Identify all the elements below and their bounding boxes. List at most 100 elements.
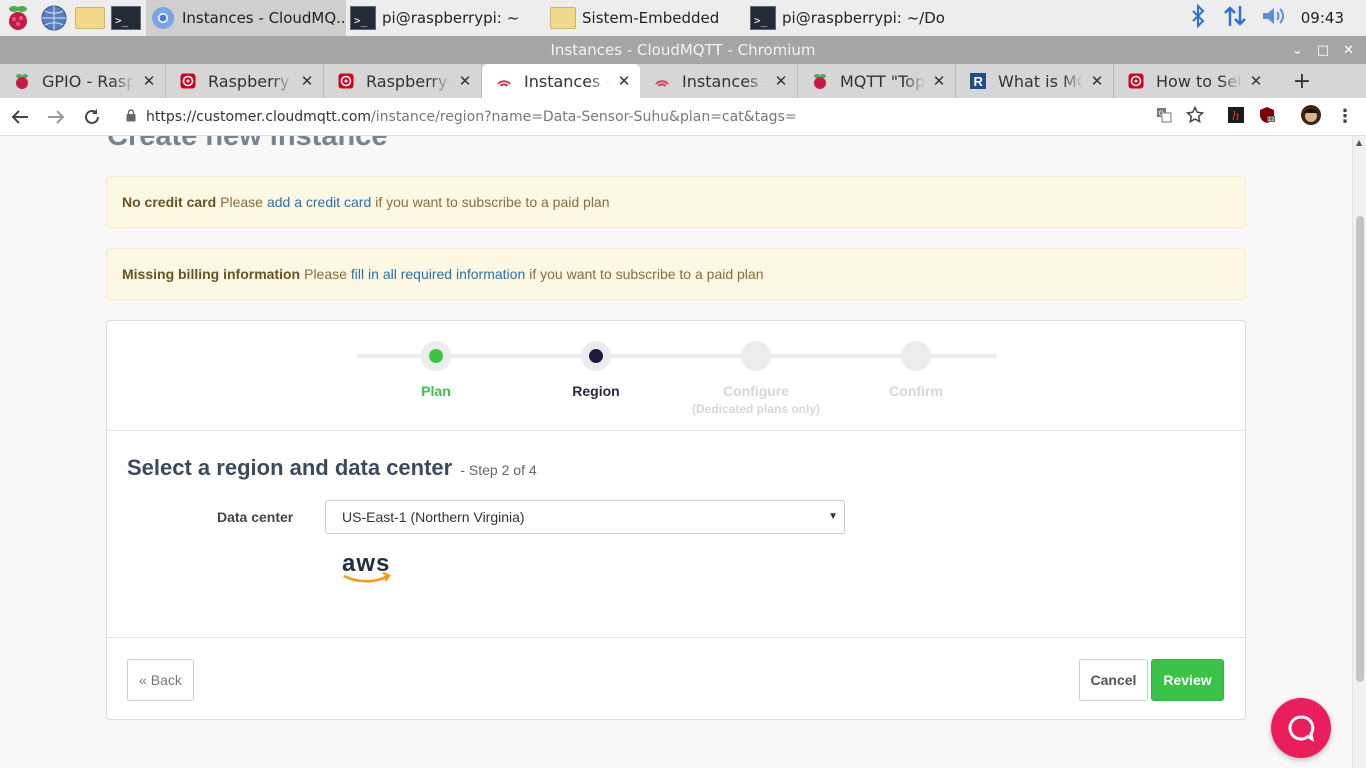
new-tab-icon[interactable]: + [1284,64,1320,98]
taskbar-task-label: Instances - CloudMQ... [182,9,346,27]
tab-label: GPIO - Raspberry Pi [42,71,135,91]
menu-dots-icon[interactable]: ⋮ [1336,106,1354,127]
tab-close-icon[interactable]: ✕ [1248,72,1264,90]
folder-icon [550,5,576,31]
ublock-icon[interactable]: 12 [1258,106,1276,128]
alert-title: Missing billing information [122,266,301,282]
bookmark-star-icon[interactable] [1185,105,1205,128]
tab-close-icon[interactable]: ✕ [457,72,473,90]
review-button[interactable]: Review [1151,659,1224,701]
step-region: Region [516,341,676,399]
scrollbar-thumb[interactable] [1356,216,1364,682]
maximize-icon[interactable]: □ [1317,43,1329,58]
file-manager-launcher-icon[interactable] [72,0,108,36]
back-button[interactable]: « Back [127,659,194,701]
alert-missing-billing: Missing billing information Please fill … [106,248,1246,300]
cancel-button[interactable]: Cancel [1079,659,1148,701]
chat-bubble-icon [1288,715,1315,742]
clock[interactable]: 09:43 [1301,9,1344,27]
cloudmqtt-icon [496,73,512,89]
taskbar-task-terminal[interactable]: >_ pi@raspberrypi: ~ [346,0,546,36]
page-scrollbar[interactable]: ▲ [1352,136,1366,768]
tab-what-is-mqtt[interactable]: R What is MQTT ✕ [956,64,1114,98]
support-chat-button[interactable] [1271,698,1331,758]
svg-text:R: R [974,74,984,89]
system-tray: 09:43 [1191,0,1366,36]
taskbar-task-chromium[interactable]: Instances - CloudMQ... [146,0,346,36]
data-center-selected-value: US-East-1 (Northern Virginia) [342,509,525,525]
tab-mqtt-topic[interactable]: MQTT "Topic" ✕ [798,64,956,98]
wizard-stepper: Plan Region Configure (Dedicated plans o… [107,321,1245,431]
browser-toolbar: https://customer.cloudmqtt.com/instance/… [0,98,1366,136]
tab-close-icon[interactable]: ✕ [931,72,947,90]
taskbar-task-file-manager[interactable]: Sistem-Embedded [546,0,746,36]
tab-raspberry-pi-2[interactable]: Raspberry-Pi ✕ [324,64,482,98]
step-confirm: Confirm [836,341,996,399]
raspberry-icon [14,73,30,89]
fill-required-info-link[interactable]: fill in all required information [351,266,525,282]
add-credit-card-link[interactable]: add a credit card [267,194,371,210]
target-icon [1128,73,1144,89]
tab-close-icon[interactable]: ✕ [299,72,315,90]
svg-text:h: h [1232,109,1240,123]
tab-raspberry-pi[interactable]: Raspberry Pi ✕ [166,64,324,98]
bluetooth-icon[interactable] [1191,3,1205,32]
extension-h-icon[interactable]: h [1228,106,1244,127]
window-title-bar: Instances - CloudMQTT - Chromium ⌄ □ ✕ [0,36,1366,64]
tab-close-icon[interactable]: ✕ [141,72,157,90]
back-arrow-icon[interactable] [4,101,36,133]
tab-instances-cloudmqtt-2[interactable]: Instances - CloudMQTT ✕ [640,64,798,98]
aws-logo: aws [339,549,395,585]
dropdown-arrow-icon: ▼ [828,511,838,522]
reload-icon[interactable] [76,101,108,133]
tab-label: Raspberry-Pi [366,71,451,91]
network-icon[interactable] [1223,4,1247,32]
address-bar[interactable]: https://customer.cloudmqtt.com/instance/… [118,102,1156,132]
minimize-icon[interactable]: ⌄ [1292,43,1303,58]
tab-label: MQTT "Topic" [840,71,925,91]
lock-icon [126,107,136,126]
page-viewport: Create new instance No credit card Pleas… [0,136,1352,768]
taskbar-task-label: pi@raspberrypi: ~/Do... [782,9,946,27]
r-icon: R [970,73,986,89]
url-path: /instance/region?name=Data-Sensor-Suhu&p… [371,108,797,125]
alert-no-credit-card: No credit card Please add a credit card … [106,176,1246,228]
step-dot [589,349,603,363]
url-text: https://customer.cloudmqtt.com/instance/… [146,109,797,125]
browser-tab-strip: GPIO - Raspberry Pi ✕ Raspberry Pi ✕ Ras… [0,64,1366,98]
tab-close-icon[interactable]: ✕ [616,72,632,90]
tab-gpio[interactable]: GPIO - Raspberry Pi ✕ [0,64,166,98]
step-dot [909,349,923,363]
scroll-up-arrow-icon[interactable]: ▲ [1356,138,1362,147]
section-title: Select a region and data center - Step 2… [127,455,537,481]
taskbar-task-terminal-2[interactable]: >_ pi@raspberrypi: ~/Do... [746,0,946,36]
tab-label: Instances - CloudMQTT [524,71,610,91]
svg-text:12: 12 [1268,117,1274,123]
step-dot [429,349,443,363]
data-center-select[interactable]: US-East-1 (Northern Virginia) ▼ [325,500,845,534]
tab-how-to-setup[interactable]: How to Setup ✕ [1114,64,1272,98]
forward-arrow-icon[interactable] [40,101,72,133]
raspberry-menu-icon[interactable] [0,0,36,36]
step-sublabel: (Dedicated plans only) [691,402,821,416]
tab-label: How to Setup [1156,71,1242,91]
terminal-launcher-icon[interactable]: >_ [108,0,144,36]
close-icon[interactable]: ✕ [1343,43,1354,58]
profile-avatar[interactable] [1300,104,1322,130]
tab-close-icon[interactable]: ✕ [773,72,789,90]
volume-icon[interactable] [1261,5,1287,31]
taskbar-task-label: pi@raspberrypi: ~ [382,9,520,27]
step-label: Region [572,383,620,399]
tab-close-icon[interactable]: ✕ [1089,72,1105,90]
step-dot [749,349,763,363]
translate-icon[interactable]: G [1156,107,1172,127]
chromium-icon [150,5,176,31]
step-plan: Plan [356,341,516,399]
alert-title: No credit card [122,194,217,210]
tab-instances-cloudmqtt[interactable]: Instances - CloudMQTT ✕ [482,64,640,98]
taskbar-task-label: Sistem-Embedded [582,9,720,27]
web-browser-launcher-icon[interactable] [36,0,72,36]
alert-text: if you want to subscribe to a paid plan [375,194,610,210]
raspberry-icon [812,73,828,89]
data-center-label: Data center [217,509,294,525]
